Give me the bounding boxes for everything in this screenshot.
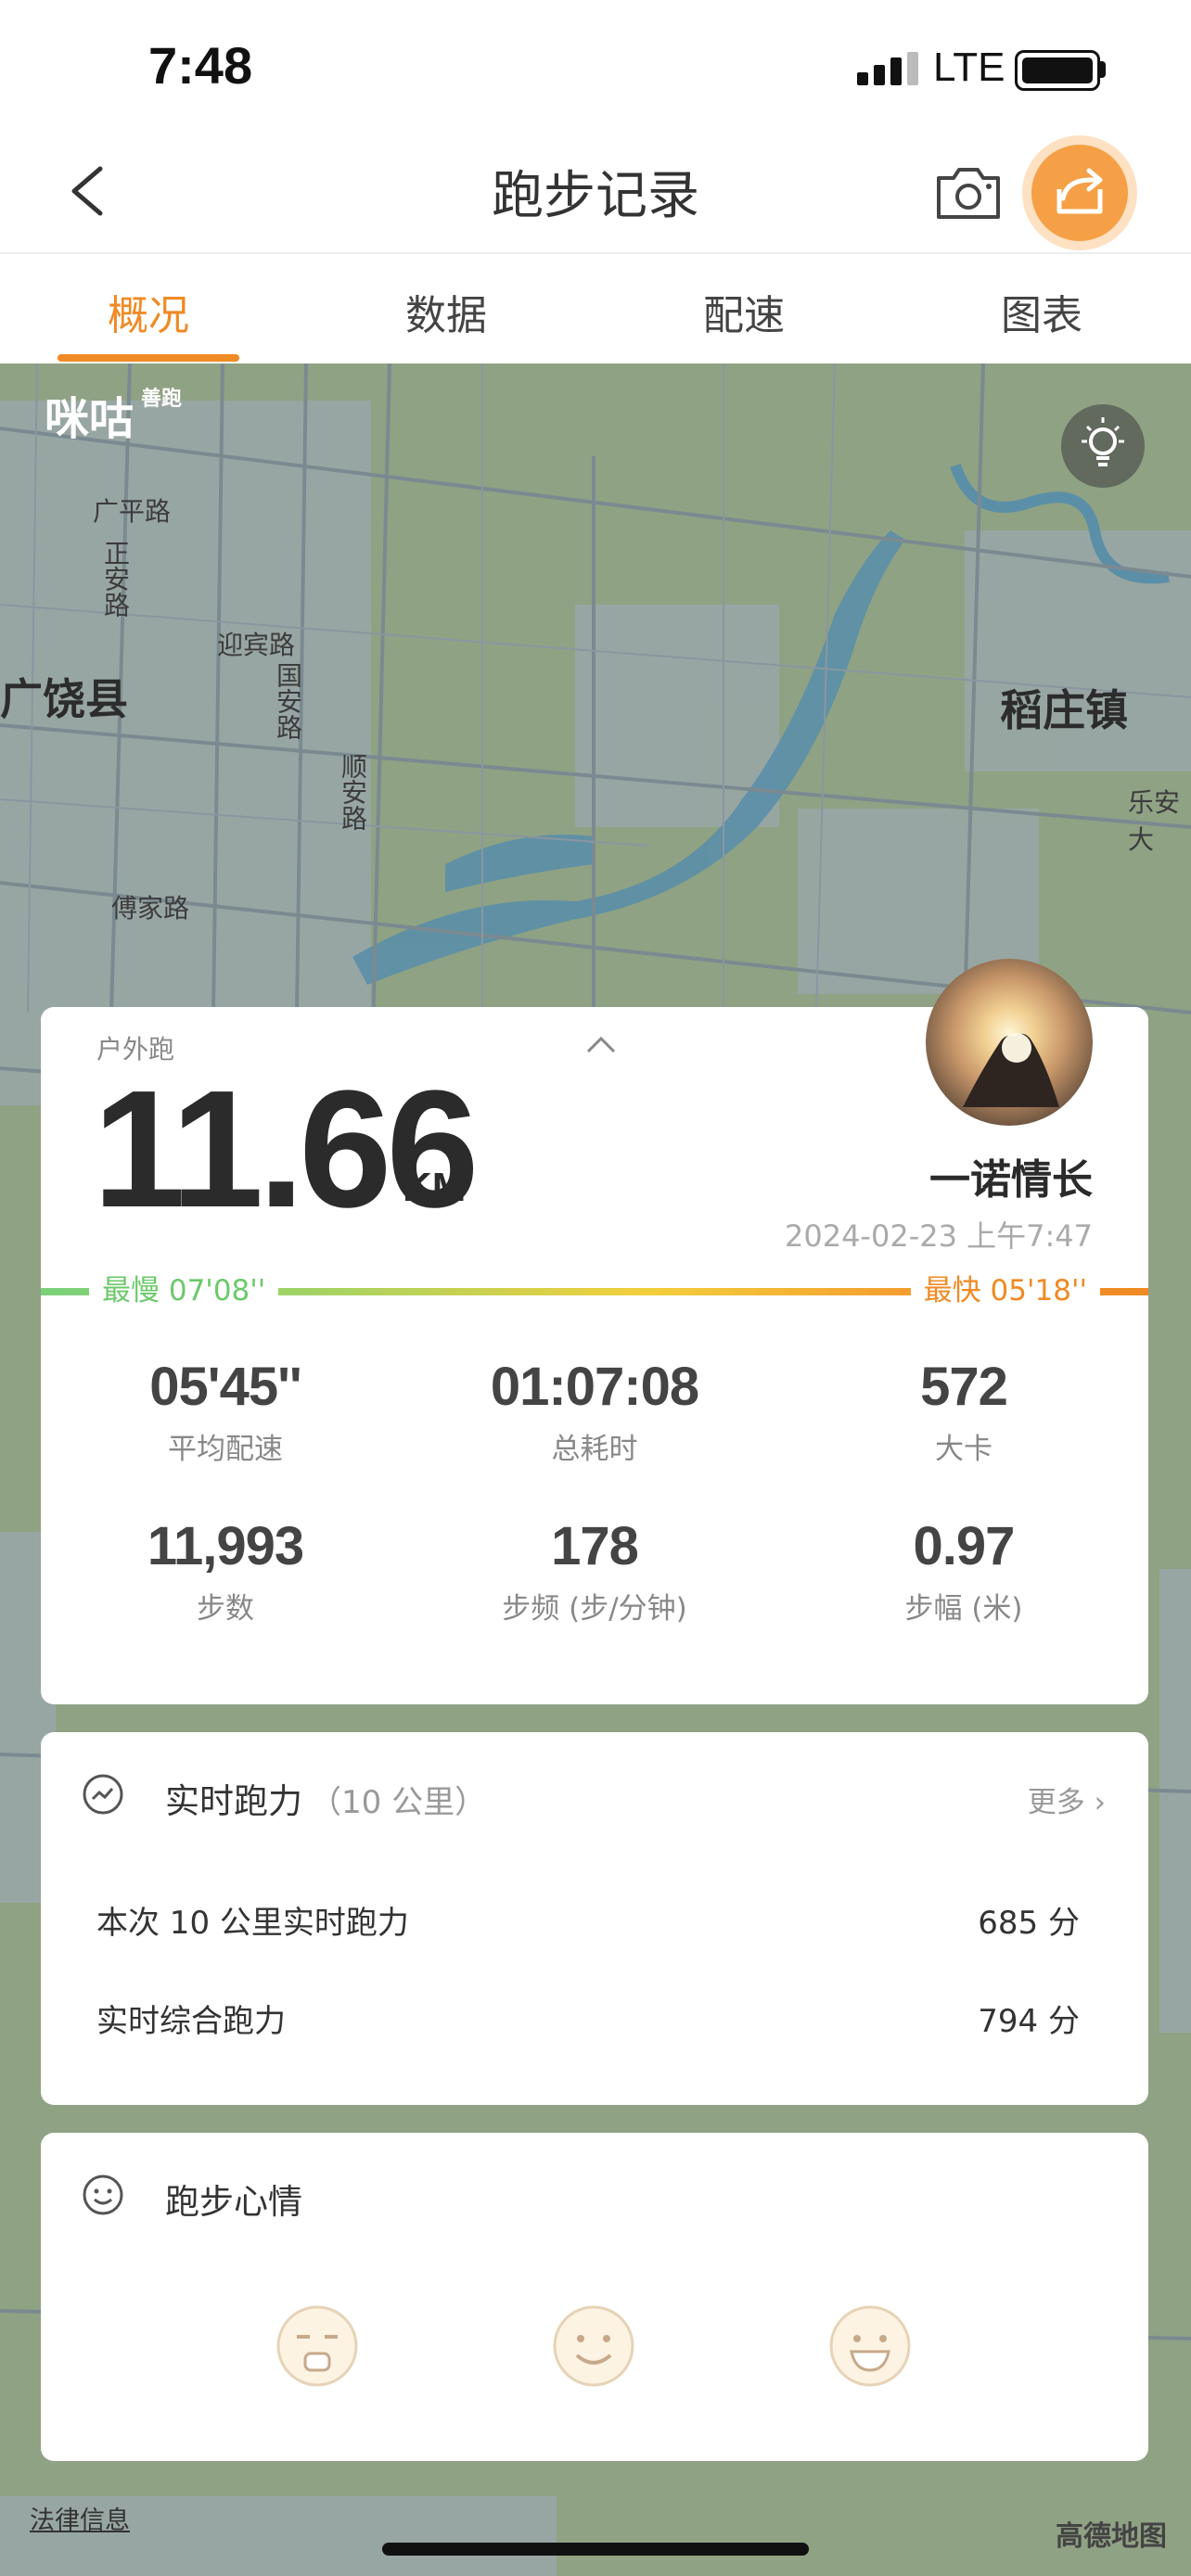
pace-range-bar: 最慢 07'08'' 最快 05'18'' [41,1272,1148,1309]
lightbulb-icon [1082,417,1124,466]
running-mood-title: 跑步心情 [165,2182,302,2222]
fastest-pace: 最快 05'18'' [910,1272,1100,1309]
tab-overview[interactable]: 概况 [0,282,297,341]
cellular-signal-icon [857,52,918,85]
camera-icon[interactable] [933,163,1004,223]
run-summary-card: 户外跑 11.66 KM 一诺情长 2024-02-23 上午7:47 最慢 0… [41,959,1148,1704]
stat-stride: 0.97 步幅 (米) [904,1516,1023,1626]
tab-data[interactable]: 数据 [298,282,595,341]
map-road-label: 顺安路 [338,753,368,831]
status-time: 7:48 [148,36,253,95]
more-link[interactable]: 更多 › [1028,1779,1106,1820]
share-button[interactable] [1031,145,1128,241]
page-title: 跑步记录 [492,166,699,226]
battery-icon [1015,50,1100,91]
distance-value: 11.66 [93,1056,480,1243]
power-row-value: 794 分 [978,2003,1080,2040]
avatar-image [963,1033,1059,1107]
map-road-label: 正安路 [100,540,131,618]
lightbulb-button[interactable] [1061,404,1145,488]
migu-logo: 咪咕 善跑 [45,388,183,445]
mood-excited-icon[interactable] [827,2303,913,2389]
avatar[interactable] [926,959,1093,1126]
map-road-label: 迎宾路 [217,630,296,660]
map-road-label: 傅家路 [111,893,190,924]
stat-avg-pace: 05'45'' 平均配速 [149,1357,301,1466]
map-road-label: 广平路 [93,496,172,527]
running-power-card: 实时跑力 （10 公里） 更多 › 本次 10 公里实时跑力 685 分 实时综合… [41,1732,1148,2105]
tab-active-indicator [58,354,239,362]
stat-duration: 01:07:08 总耗时 [490,1357,699,1466]
trend-chart-icon [83,1774,123,1815]
tab-bar: 概况 数据 配速 图表 [0,252,1191,365]
mood-tired-icon[interactable] [275,2303,360,2389]
username: 一诺情长 [929,1156,1093,1204]
power-row-value: 685 分 [978,1905,1080,1942]
run-datetime: 2024-02-23 上午7:47 [784,1218,1093,1254]
tab-pace[interactable]: 配速 [596,282,892,341]
chevron-up-icon[interactable] [583,1029,620,1057]
map-county-label: 广饶县 [0,674,128,724]
power-row-label: 本次 10 公里实时跑力 [96,1905,409,1942]
map-road-label: 乐安大 [1128,787,1181,855]
network-type: LTE [933,45,1005,90]
stat-calories: 572 大卡 [920,1357,1008,1466]
share-icon [1057,168,1103,214]
stat-cadence: 178 步频 (步/分钟) [502,1516,687,1626]
legal-info-link[interactable]: 法律信息 [30,2500,130,2536]
stat-steps: 11,993 步数 [147,1516,304,1626]
power-row-label: 实时综合跑力 [96,2003,286,2040]
distance-unit: KM [403,1165,467,1210]
battery-tip [1100,61,1106,78]
smiley-icon [83,2174,123,2215]
slowest-pace: 最慢 07'08'' [89,1272,279,1309]
running-mood-card: 跑步心情 [41,2133,1148,2461]
running-power-title: 实时跑力 （10 公里） [165,1781,487,1821]
mood-happy-icon[interactable] [551,2303,636,2389]
tab-charts[interactable]: 图表 [893,282,1190,341]
map-attribution: 高德地图 [1056,2520,1167,2553]
map-road-label: 国安路 [273,662,303,740]
map-town-label: 稻庄镇 [1000,685,1128,735]
home-indicator[interactable] [382,2543,809,2556]
